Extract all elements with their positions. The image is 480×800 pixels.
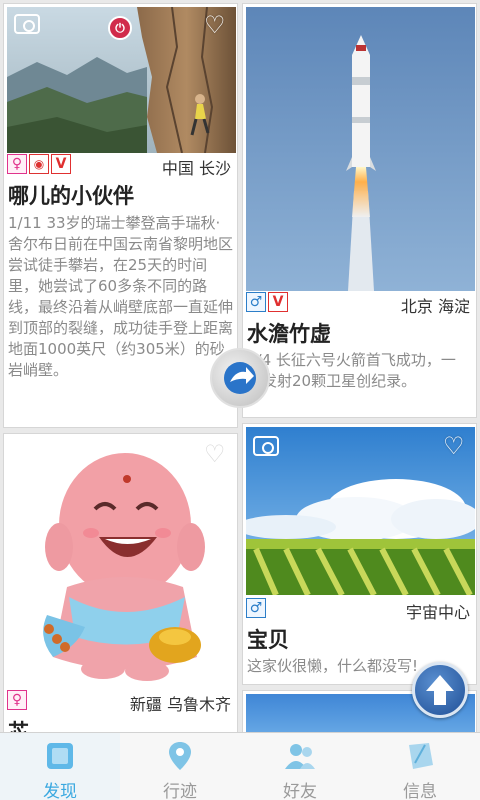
share-button[interactable] — [210, 348, 270, 408]
user-badges: ♀ — [7, 690, 27, 710]
user-badges: ♀ ◉ V — [7, 154, 71, 174]
verified-v-icon: V — [51, 154, 71, 174]
post-card-climber[interactable]: ⏻ ♡ ♀ ◉ V 中国 长沙 哪儿的小伙伴 1/11 33岁的瑞士攀登高手瑞秋… — [3, 3, 238, 428]
post-card-figurine[interactable]: ♡ ♀ 新疆 乌鲁木齐 芯 — [3, 433, 238, 732]
share-arrow-icon — [224, 362, 256, 394]
nav-label: 行迹 — [163, 782, 197, 800]
scroll-top-button[interactable] — [412, 662, 468, 718]
nav-label: 好友 — [283, 782, 317, 800]
post-location: 北京 海淀 — [400, 297, 470, 316]
nav-tab-friends[interactable]: 好友 — [240, 733, 360, 800]
camera-icon — [14, 14, 40, 34]
nav-tab-tracks[interactable]: 行迹 — [120, 733, 240, 800]
post-location: 宇宙中心 — [405, 603, 470, 622]
female-icon: ♀ — [7, 154, 27, 174]
post-location: 中国 长沙 — [161, 159, 231, 178]
post-username[interactable]: 宝贝 — [247, 624, 289, 654]
post-description: 1/11 33岁的瑞士攀登高手瑞秋·舍尔布日前在中国云南省黎明地区尝试徒手攀岩，… — [8, 214, 234, 379]
arrow-up-icon — [426, 675, 454, 705]
female-icon: ♀ — [7, 690, 27, 710]
discover-icon — [47, 743, 73, 769]
post-photo-field[interactable] — [246, 427, 475, 595]
camera-icon — [253, 436, 279, 456]
nav-label: 发现 — [43, 782, 77, 800]
friends-icon — [285, 744, 315, 769]
nav-tab-discover[interactable]: 发现 — [0, 733, 120, 800]
male-icon: ♂ — [246, 292, 266, 312]
favorite-heart-icon[interactable]: ♡ — [204, 442, 226, 466]
nav-label: 信息 — [403, 782, 437, 800]
nav-tab-messages[interactable]: 信息 — [360, 733, 480, 800]
post-description: 1/4 长征六号火箭首飞成功，一次发射20颗卫星创纪录。 — [247, 351, 456, 390]
plug-badge-icon: ⏻ — [108, 16, 132, 40]
post-location: 新疆 乌鲁木齐 — [129, 695, 231, 714]
user-badges: ♂ V — [246, 292, 288, 312]
post-photo-rocket[interactable] — [246, 7, 475, 291]
user-badges: ♂ — [246, 598, 266, 618]
favorite-heart-icon[interactable]: ♡ — [204, 13, 226, 37]
verified-v-icon: V — [268, 292, 288, 312]
post-card-field[interactable]: ♡ ♂ 宇宙中心 宝贝 这家伙很懒，什么都没写! — [242, 423, 477, 685]
post-username[interactable]: 芯 — [8, 716, 29, 732]
male-icon: ♂ — [246, 598, 266, 618]
favorite-heart-icon[interactable]: ♡ — [443, 434, 465, 458]
post-photo-figurine[interactable] — [7, 437, 236, 687]
weibo-icon: ◉ — [29, 154, 49, 174]
post-card-rocket[interactable]: ♂ V 北京 海淀 水澹竹虚 1/4 长征六号火箭首飞成功，一次发射20颗卫星创… — [242, 3, 477, 418]
post-username[interactable]: 哪儿的小伙伴 — [8, 180, 134, 210]
post-username[interactable]: 水澹竹虚 — [247, 318, 331, 348]
location-pin-icon — [169, 742, 191, 770]
message-icon — [409, 743, 433, 769]
bottom-nav: 发现 行迹 好友 信息 — [0, 732, 480, 800]
